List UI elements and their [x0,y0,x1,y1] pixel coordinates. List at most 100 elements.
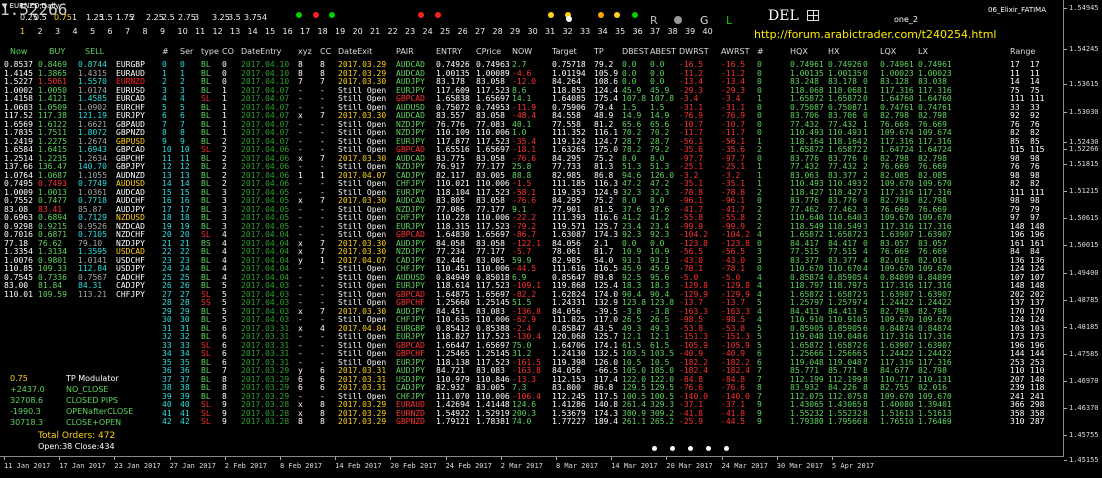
trade-cell: 261.4 [622,400,647,409]
scale-bottom-item[interactable]: 24 [423,27,433,36]
trade-cell: 1.76469 [918,417,952,426]
scale-bottom-item[interactable]: 30 [528,27,538,36]
rgl-dot[interactable] [674,16,682,24]
scale-bottom-item[interactable]: 31 [545,27,555,36]
scale-bottom-item[interactable]: 25 [440,27,450,36]
trade-cell: 7 [320,111,325,120]
scale-bottom-item[interactable]: 37 [650,27,660,36]
scale-bottom-item[interactable]: 9 [160,27,165,36]
trade-cell: 0 [863,77,868,86]
scale-bottom-item[interactable]: 23 [405,27,415,36]
trade-cell: 18.3 [622,281,642,290]
scale-bottom-item[interactable]: 8 [143,27,148,36]
scale-top-item[interactable]: 3.75 [244,13,262,22]
scale-bottom-item[interactable]: 33 [580,27,590,36]
trade-cell: 310 [1010,417,1025,426]
trade-cell: 125.4 [594,281,619,290]
scale-bottom-item[interactable]: 2 [38,27,43,36]
trade-cell: NZDJPY [396,128,425,137]
trade-cell: BL [201,60,211,69]
price-tick-label: 1.46370 [1069,404,1099,412]
rgl-l[interactable]: L [726,14,732,27]
del-label[interactable]: DEL [768,8,799,24]
scale-bottom-item[interactable]: 11 [195,27,205,36]
scale-bottom-item[interactable]: 15 [265,27,275,36]
scale-bottom-item[interactable]: 6 [108,27,113,36]
trade-cell: 2017.04.04 [241,230,290,239]
scale-bottom-item[interactable]: 4 [73,27,78,36]
trade-cell: 1.41286 [552,400,586,409]
scale-bottom-item[interactable]: 14 [248,27,258,36]
scale-bottom-item[interactable]: 12 [213,27,223,36]
scale-bottom-item[interactable]: 36 [633,27,643,36]
scale-bottom-item[interactable]: 17 [300,27,310,36]
trade-cell: 111.352 [552,128,586,137]
scale-top-item[interactable]: 2.5 [162,13,175,22]
scale-bottom-item[interactable]: 20 [353,27,363,36]
scale-bottom-item[interactable]: 7 [125,27,130,36]
trade-cell: 1.64760 [880,94,914,103]
pager-dot[interactable] [688,446,693,451]
trade-cell: 51.3 [622,162,642,171]
scale-bottom-item[interactable]: 40 [703,27,713,36]
scale-bottom-item[interactable]: 35 [615,27,625,36]
trade-cell: 0 [757,60,762,69]
scale-top-item[interactable]: 4 [262,13,267,22]
scale-top-item[interactable]: 1 [72,13,77,22]
trade-cell: 83.776 [790,196,819,205]
scale-top-item[interactable]: 3.5 [228,13,241,22]
scale-bottom-item[interactable]: 34 [598,27,608,36]
scale-bottom-item[interactable]: 26 [458,27,468,36]
scale-bottom-item[interactable]: 28 [493,27,503,36]
scale-top-item[interactable]: 0.75 [54,13,72,22]
scale-bottom-item[interactable]: 3 [55,27,60,36]
scale-bottom-item[interactable]: 27 [475,27,485,36]
scale-bottom-item[interactable]: 22 [388,27,398,36]
scale-top-item[interactable]: 1.5 [100,13,113,22]
pager-dot[interactable] [724,446,729,451]
scale-bottom-item[interactable]: 13 [230,27,240,36]
rgl-g[interactable]: G [700,14,709,27]
grid-icon[interactable] [807,10,819,21]
scale-bottom-item[interactable]: 39 [685,27,695,36]
rgl-r[interactable]: R [650,14,658,27]
scale-bottom-item[interactable]: 1 [20,27,25,36]
trade-cell: 109.674 [880,128,914,137]
trade-cell: 31.2 [512,349,532,358]
trade-cell: 110 [1010,366,1025,375]
scale-bottom-item[interactable]: 32 [563,27,573,36]
trade-row: 24 24 BL 4 2017.04.04- - Still Open CHFJPY 110.4… [0,265,1064,273]
trade-cell: 2 [222,145,227,154]
dropdown-arrow-icon[interactable]: ▼ [2,2,7,10]
scale-bottom-item[interactable]: 19 [335,27,345,36]
scale-bottom-item[interactable]: 16 [283,27,293,36]
trade-cell: 1.65872 [828,145,862,154]
scale-top-item[interactable]: 0.5 [34,13,47,22]
trade-cell: Still Open [338,281,387,290]
trade-cell: 117.316 [880,281,914,290]
pager-dot[interactable] [670,446,675,451]
pager-dot[interactable] [706,446,711,451]
trade-cell: 83.083 [476,366,505,375]
pager-dot[interactable] [652,446,657,451]
scale-bottom-item[interactable]: 38 [668,27,678,36]
trade-cell: 38 [162,383,172,392]
scale-bottom-item[interactable]: 18 [318,27,328,36]
scale-bottom-item[interactable]: 10 [178,27,188,36]
scale-bottom-item[interactable]: 29 [510,27,520,36]
forum-link[interactable]: http://forum.arabictrader.com/t240254.ht… [754,28,997,41]
scale-top-item[interactable]: 2 [130,13,135,22]
trade-cell: 1.64760 [918,94,952,103]
trade-cell: 32 [162,332,172,341]
trade-cell: 1.25660 [436,298,470,307]
trade-cell: 2017.03.29 [338,60,387,69]
scale-top-item[interactable]: 3 [194,13,199,22]
trade-cell: CHFJPY [396,179,425,188]
trade-cell: 111.825 [552,315,586,324]
scale-bottom-item[interactable]: 21 [370,27,380,36]
trade-cell: 4 [863,264,868,273]
trade-cell: 20 [180,230,190,239]
trade-cell: 148 [1030,281,1045,290]
trade-cell: 0.0 [622,77,637,86]
scale-bottom-item[interactable]: 5 [90,27,95,36]
